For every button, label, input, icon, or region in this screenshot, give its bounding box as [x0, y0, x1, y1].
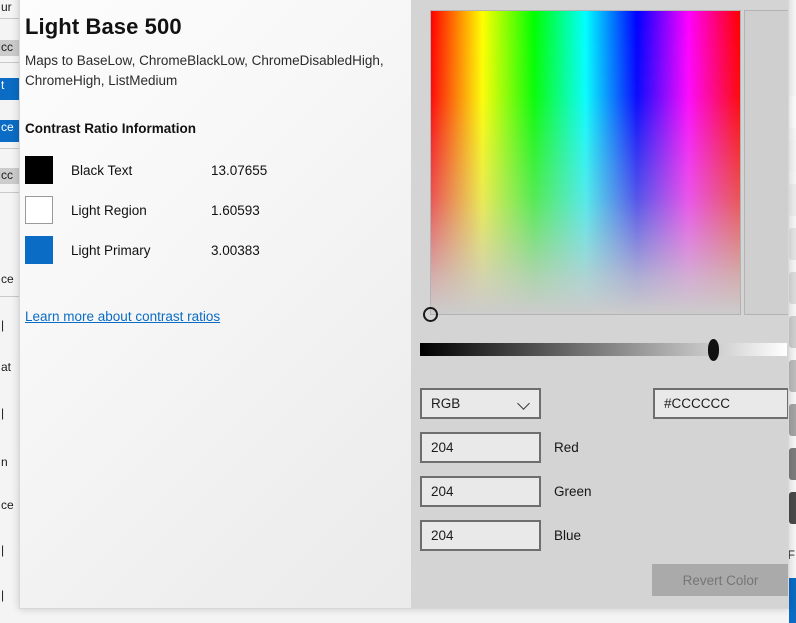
background-divider — [0, 192, 19, 193]
contrast-color-swatch — [25, 156, 53, 184]
background-section-label: F — [789, 548, 795, 562]
color-picker-flyout: Light Base 500 Maps to BaseLow, ChromeBl… — [19, 0, 789, 609]
background-palette-chip[interactable] — [789, 184, 796, 216]
background-palette-chip[interactable] — [789, 448, 796, 480]
screen-root: ur cc t ce cc ce | at | n ce | | F Light Base 500 Ma… — [0, 0, 796, 623]
background-palette-chip[interactable] — [789, 96, 796, 128]
contrast-color-swatch — [25, 196, 53, 224]
background-accent-chip[interactable] — [789, 578, 796, 623]
background-divider — [0, 62, 19, 63]
contrast-row-value: 1.60593 — [211, 203, 260, 218]
background-palette-chip[interactable] — [789, 316, 796, 348]
background-list-item[interactable] — [0, 104, 19, 114]
page-title: Light Base 500 — [25, 14, 405, 40]
background-divider — [0, 296, 19, 297]
spectrum-selection-ring — [423, 307, 438, 322]
background-list-item[interactable]: n — [0, 455, 19, 470]
background-right-strip: F — [789, 0, 796, 623]
background-palette-chip[interactable] — [789, 404, 796, 436]
background-list-item[interactable]: cc — [0, 168, 19, 184]
background-divider — [0, 18, 19, 19]
green-channel-input[interactable]: 204 — [420, 476, 541, 507]
contrast-ratio-row: Light Primary3.00383 — [25, 230, 405, 270]
hex-input[interactable]: #CCCCCC — [653, 388, 789, 419]
background-list-item[interactable]: ce — [0, 120, 19, 142]
contrast-ratio-row: Black Text13.07655 — [25, 150, 405, 190]
red-channel-label: Red — [554, 432, 579, 463]
contrast-row-label: Black Text — [71, 163, 211, 178]
color-spectrum-surface[interactable] — [430, 10, 741, 315]
background-palette-chip[interactable] — [789, 140, 796, 172]
color-mode-value: RGB — [431, 396, 460, 411]
background-list-item[interactable]: at — [0, 360, 19, 375]
color-mode-dropdown[interactable]: RGB — [420, 388, 541, 419]
color-picker-pane: RGB #CCCCCC 204 Red 204 Green 204 Blue R… — [411, 0, 789, 609]
green-channel-label: Green — [554, 476, 592, 507]
background-list-item[interactable]: | — [0, 318, 19, 333]
blue-channel-label: Blue — [554, 520, 581, 551]
value-slider-track — [420, 343, 787, 356]
value-slider[interactable] — [420, 339, 787, 357]
contrast-row-label: Light Region — [71, 203, 211, 218]
contrast-row-label: Light Primary — [71, 243, 211, 258]
contrast-color-swatch — [25, 236, 53, 264]
alpha-preview-column[interactable] — [744, 10, 789, 315]
contrast-ratio-list: Black Text13.07655Light Region1.60593Lig… — [25, 150, 405, 270]
contrast-row-value: 13.07655 — [211, 163, 267, 178]
background-list-item[interactable]: ur — [0, 0, 19, 15]
background-list-item[interactable]: t — [0, 78, 19, 100]
revert-color-button[interactable]: Revert Color — [652, 564, 789, 596]
color-info-pane: Light Base 500 Maps to BaseLow, ChromeBl… — [25, 14, 405, 326]
color-spectrum-wrapper — [430, 10, 741, 315]
background-left-strip: ur cc t ce cc ce | at | n ce | | — [0, 0, 19, 623]
contrast-ratio-row: Light Region1.60593 — [25, 190, 405, 230]
background-list-item[interactable]: ce — [0, 498, 19, 513]
contrast-ratio-heading: Contrast Ratio Information — [25, 121, 405, 136]
background-list-item[interactable]: cc — [0, 40, 19, 56]
background-list-item[interactable]: | — [0, 406, 19, 421]
background-divider — [0, 148, 19, 149]
contrast-row-value: 3.00383 — [211, 243, 260, 258]
background-palette-chip[interactable] — [789, 492, 796, 524]
background-list-item[interactable]: | — [0, 588, 19, 603]
value-slider-thumb[interactable] — [708, 339, 719, 361]
chevron-down-icon — [519, 398, 530, 409]
background-list-item[interactable]: ce — [0, 272, 19, 287]
red-channel-input[interactable]: 204 — [420, 432, 541, 463]
blue-channel-input[interactable]: 204 — [420, 520, 541, 551]
background-palette-chip[interactable] — [789, 360, 796, 392]
color-mapping-description: Maps to BaseLow, ChromeBlackLow, ChromeD… — [25, 51, 395, 91]
background-list-item[interactable]: | — [0, 543, 19, 558]
background-palette-chip[interactable] — [789, 272, 796, 304]
learn-more-link[interactable]: Learn more about contrast ratios — [25, 309, 220, 324]
background-palette-chip[interactable] — [789, 228, 796, 260]
